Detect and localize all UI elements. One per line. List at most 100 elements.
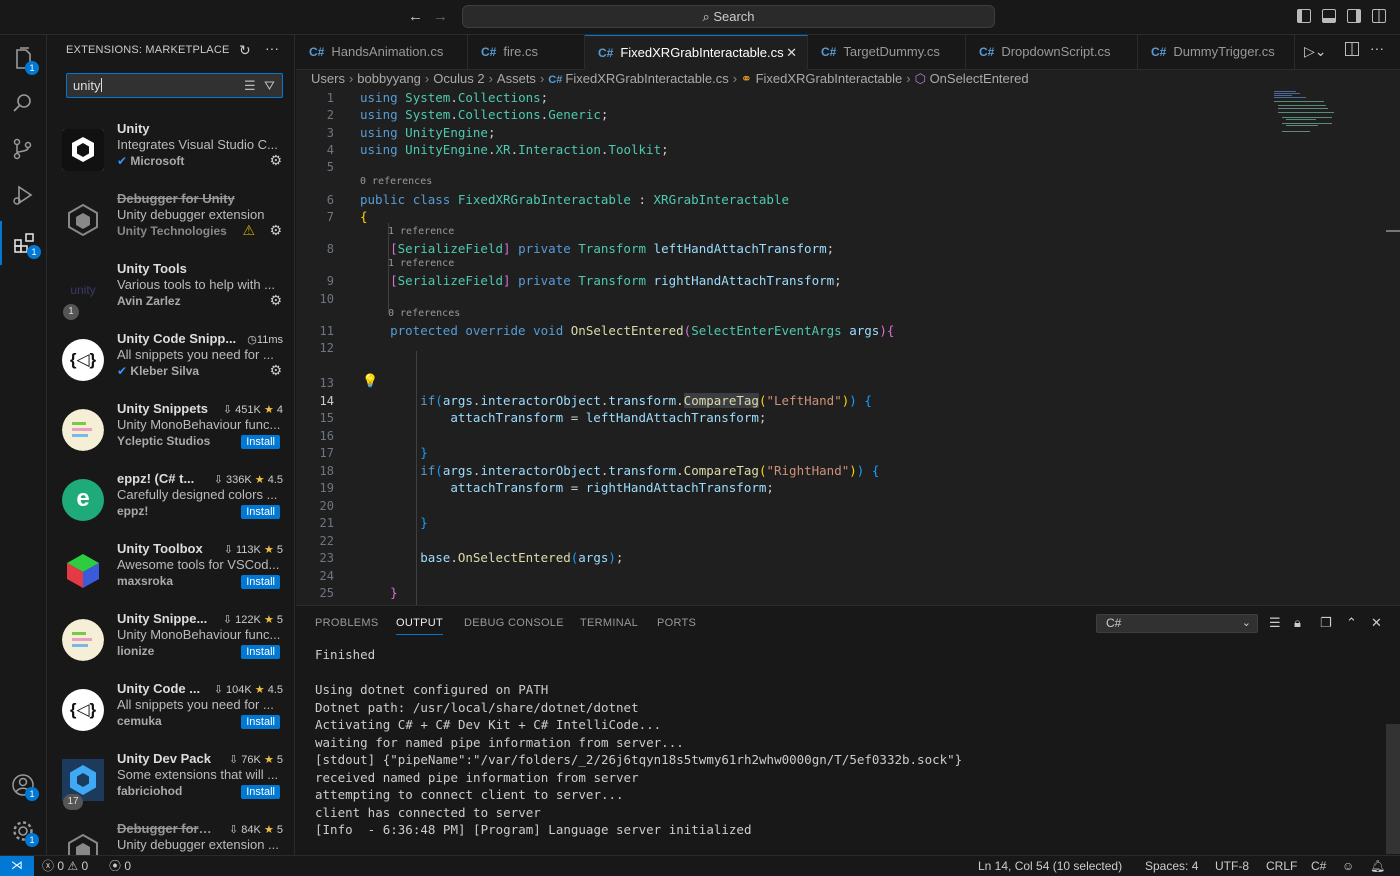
explorer-button[interactable]: 1 [0,37,47,81]
breadcrumb-item[interactable]: FixedXRGrabInteractable [756,71,903,86]
output-channel-select[interactable]: C# ⌄ [1096,614,1258,633]
breadcrumb-item[interactable]: Oculus 2 [433,71,484,86]
refresh-icon[interactable]: ↻ [239,42,251,59]
code-line[interactable]: } [360,445,428,460]
clear-filter-icon[interactable]: ☰ [244,78,256,94]
close-icon[interactable]: ✕ [786,36,797,69]
code-line[interactable]: using UnityEngine.XR.Interaction.Toolkit… [360,142,669,157]
tab-dummy-trigger[interactable]: C# DummyTrigger.cs [1138,35,1295,70]
code-line[interactable]: } [360,585,398,600]
code-line[interactable]: attachTransform = leftHandAttachTransfor… [360,410,766,425]
code-line[interactable]: [SerializeField] private Transform right… [360,273,842,288]
code-editor[interactable]: 1 2 3 4 5 6 7 8 9 10 11 12 13 14 15 16 17 18 19 20 21 22 23 24 2… [296,90,1400,605]
gear-icon[interactable]: ⚙ [269,152,282,169]
install-button[interactable]: Install [241,575,280,589]
toggle-secondary-sidebar-icon[interactable] [1347,9,1361,23]
code-line[interactable]: [SerializeField] private Transform leftH… [360,241,834,256]
accounts-button[interactable]: 1 [0,763,47,807]
maximize-panel-icon[interactable]: ⌃ [1346,615,1357,631]
code-line[interactable]: using System.Collections.Generic; [360,107,608,122]
tab-hands-animation[interactable]: C# HandsAnimation.cs [296,35,468,70]
notifications-icon[interactable]: 🔔︎ [1370,857,1385,875]
copilot-icon[interactable]: ☺ [1342,857,1354,875]
eol-status[interactable]: CRLF [1266,857,1297,875]
codelens-references[interactable]: 1 reference [388,226,454,237]
scrollbar[interactable] [1386,724,1400,854]
tab-ports[interactable]: PORTS [657,617,696,629]
install-button[interactable]: Install [241,505,280,519]
split-editor-icon[interactable] [1345,42,1359,56]
customize-layout-icon[interactable] [1372,9,1386,23]
back-arrow-icon[interactable]: ← [408,8,424,26]
close-icon[interactable]: ✕ [1371,615,1382,631]
code-line[interactable]: if(args.interactorObject.transform.Compa… [360,393,872,408]
extension-item[interactable]: Unity Integrates Visual Studio C... ✔ Mi… [47,117,294,187]
clear-output-icon[interactable]: ☰ [1269,615,1281,631]
code-line[interactable]: if(args.interactorObject.transform.Compa… [360,463,879,478]
breadcrumb-item[interactable]: bobbyyang [357,71,421,86]
breadcrumb-item[interactable]: Users [311,71,345,86]
tab-fixed-xr-grab-interactable[interactable]: C# FixedXRGrabInteractable.cs ✕ [585,35,808,70]
code-line[interactable]: using UnityEngine; [360,125,496,140]
extension-item[interactable]: e eppz! (C# t... ⇩ 336K ★ 4.5 Carefully … [47,467,294,537]
problems-status[interactable]: ⓧ 0 ⚠ 0 [42,857,88,875]
extension-item[interactable]: {◁} Unity Code ... ⇩ 104K ★ 4.5 All snip… [47,677,294,747]
gear-icon[interactable]: ⚙ [269,292,282,309]
install-button[interactable]: Install [241,715,280,729]
encoding-status[interactable]: UTF-8 [1215,857,1249,875]
code-line[interactable]: protected override void OnSelectEntered(… [360,323,894,338]
open-in-editor-icon[interactable]: ❐ [1320,615,1332,631]
command-center-search[interactable]: ⌕ Search [462,5,995,28]
indentation-status[interactable]: Spaces: 4 [1145,857,1198,875]
extension-item[interactable]: 17 Unity Dev Pack ⇩ 76K ★ 5 Some extensi… [47,747,294,817]
extension-search-value[interactable]: unity [73,78,102,93]
lock-icon[interactable]: 🔒︎ [1294,615,1301,631]
toggle-primary-sidebar-icon[interactable] [1297,9,1311,23]
tab-output[interactable]: OUTPUT [396,617,444,635]
extension-search-input[interactable]: unity ☰ ⛛ [66,73,283,98]
gear-icon[interactable]: ⚙ [269,362,282,379]
tab-debug-console[interactable]: DEBUG CONSOLE [464,617,564,629]
install-button[interactable]: Install [241,785,280,799]
cursor-position[interactable]: Ln 14, Col 54 (10 selected) [978,857,1122,875]
code-line[interactable]: { [360,209,368,224]
minimap[interactable] [1274,90,1364,150]
more-actions-icon[interactable]: ··· [265,40,279,56]
tab-fire[interactable]: C# fire.cs [468,35,585,70]
more-actions-icon[interactable]: ··· [1370,40,1384,56]
toggle-panel-icon[interactable] [1322,9,1336,23]
remote-indicator-icon[interactable]: ⋊ [0,856,34,876]
breadcrumb-item[interactable]: FixedXRGrabInteractable.cs [565,71,728,86]
code-line[interactable]: using System.Collections; [360,90,548,105]
tab-problems[interactable]: PROBLEMS [315,617,379,629]
extension-item[interactable]: Unity Toolbox ⇩ 113K ★ 5 Awesome tools f… [47,537,294,607]
code-line[interactable]: attachTransform = rightHandAttachTransfo… [360,480,774,495]
code-line[interactable]: } [360,515,428,530]
run-icon[interactable]: ▷⌄ [1304,43,1327,60]
run-debug-button[interactable] [0,173,47,217]
filter-icon[interactable]: ⛛ [264,78,275,94]
extension-item[interactable]: Debugger for Unity Unity debugger extens… [47,187,294,257]
codelens-references[interactable]: 0 references [388,308,460,319]
code-line[interactable]: base.OnSelectEntered(args); [360,550,623,565]
ports-status[interactable]: ⦿ 0 [109,857,131,875]
search-view-button[interactable] [0,81,47,125]
breadcrumb-item[interactable]: Assets [497,71,536,86]
codelens-references[interactable]: 0 references [360,176,432,187]
install-button[interactable]: Install [241,435,280,449]
breadcrumb-item[interactable]: OnSelectEntered [930,71,1029,86]
tab-terminal[interactable]: TERMINAL [580,617,638,629]
install-button[interactable]: Install [241,645,280,659]
extension-item[interactable]: Unity Snippe... ⇩ 122K ★ 5 Unity MonoBeh… [47,607,294,677]
codelens-references[interactable]: 1 reference [388,258,454,269]
language-mode[interactable]: C# [1311,857,1326,875]
extension-item[interactable]: unity 1 Unity Tools Various tools to hel… [47,257,294,327]
extension-item[interactable]: Unity Snippets ⇩ 451K ★ 4 Unity MonoBeha… [47,397,294,467]
extension-item[interactable]: {◁} Unity Code Snipp... ◷11ms All snippe… [47,327,294,397]
forward-arrow-icon[interactable]: → [433,8,449,26]
lightbulb-icon[interactable]: 💡 [362,374,378,389]
manage-button[interactable]: 1 [0,809,47,853]
tab-dropdown-script[interactable]: C# DropdownScript.cs [966,35,1138,70]
source-control-button[interactable] [0,127,47,171]
extensions-button[interactable]: 1 [0,221,47,265]
